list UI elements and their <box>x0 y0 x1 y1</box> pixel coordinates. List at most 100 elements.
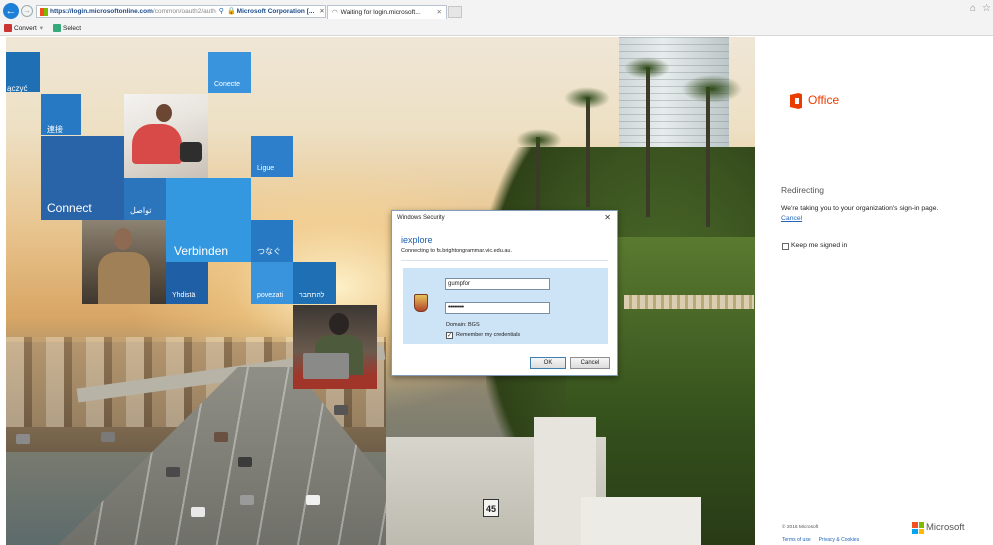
ms-logo-yellow <box>918 528 924 534</box>
tile-conecte: Conecte <box>208 52 251 93</box>
browser-chrome: ← → https://login.microsoftonline.com/co… <box>0 0 993 36</box>
person-head <box>156 104 172 122</box>
ms-logo-blue <box>912 528 918 534</box>
car <box>16 434 30 444</box>
office-wordmark: Office <box>808 93 840 107</box>
close-icon[interactable]: ✕ <box>604 213 611 222</box>
mug <box>180 142 202 162</box>
dialog-connecting-text: Connecting to fs.brightongrammar.vic.edu… <box>401 248 512 254</box>
lock-icon[interactable]: 🔒 <box>227 8 236 15</box>
tile-tawasul: تواصل <box>124 178 166 220</box>
favorites-star-icon[interactable]: ☆ <box>982 3 991 14</box>
password-field[interactable]: •••••••• <box>445 302 550 314</box>
tile-lianjie: 連接 <box>41 94 81 135</box>
select-button[interactable]: Select <box>63 22 81 35</box>
screen: ← → https://login.microsoftonline.com/co… <box>0 0 993 545</box>
microsoft-logo-icon <box>912 522 924 534</box>
chevron-down-icon[interactable]: ▾ <box>40 22 43 35</box>
tile-povezati: povezati <box>251 262 293 304</box>
tile-laczyc: ączyć <box>6 52 40 92</box>
tile-label: povezati <box>257 292 284 299</box>
car <box>191 507 205 517</box>
select-icon[interactable] <box>53 24 62 32</box>
tile-photo-woman <box>124 94 208 178</box>
palm-tree-top <box>624 57 670 79</box>
car <box>214 432 228 442</box>
tile-label: つなぐ <box>257 247 281 256</box>
forward-arrow-icon[interactable]: → <box>21 5 33 17</box>
tile-hithaber: להתחבר <box>293 262 336 304</box>
person-body <box>98 252 150 304</box>
concrete-slab <box>581 497 701 545</box>
tab-close-icon[interactable]: ✕ <box>437 6 442 19</box>
person-head <box>329 313 349 335</box>
address-bar[interactable]: https://login.microsoftonline.com/common… <box>36 5 326 18</box>
ms-logo-red <box>912 522 918 528</box>
credential-shield-icon <box>414 294 428 312</box>
tile-label: Ligue <box>257 165 275 172</box>
tile-label: Connect <box>47 201 92 215</box>
new-tab-button[interactable] <box>448 6 462 18</box>
ms-logo-green <box>918 522 924 528</box>
tile-label: 連接 <box>47 125 63 134</box>
url-host: https://login.microsoftonline.com <box>50 8 153 15</box>
dialog-separator <box>401 260 608 261</box>
car <box>238 457 252 467</box>
tile-label: تواصل <box>130 206 152 215</box>
site-favicon-icon <box>40 8 48 16</box>
tile-photo-laptop <box>293 305 377 389</box>
tile-label: להתחבר <box>299 292 325 299</box>
domain-text: Domain: BGS <box>446 322 480 328</box>
car <box>166 467 180 477</box>
ok-button[interactable]: OK <box>530 357 566 369</box>
laptop <box>303 353 349 379</box>
tile-ligue: Ligue <box>251 136 293 177</box>
palm-tree-top <box>564 87 610 109</box>
microsoft-wordmark: Microsoft <box>926 522 965 533</box>
palm-tree <box>646 67 650 217</box>
keep-signed-in-checkbox[interactable] <box>782 243 789 250</box>
redirect-title: Redirecting <box>781 185 824 195</box>
convert-pdf-icon[interactable] <box>4 24 12 32</box>
redirect-message: We're taking you to your organization's … <box>781 205 939 212</box>
car <box>101 432 115 442</box>
railing <box>624 295 754 309</box>
back-arrow-icon[interactable]: ← <box>3 3 19 19</box>
tile-verbinden: Verbinden <box>166 178 251 262</box>
tile-connect: Connect <box>41 136 124 220</box>
convert-button[interactable]: Convert <box>14 22 37 35</box>
car <box>334 405 348 415</box>
certificate-label[interactable]: Microsoft Corporation [... <box>237 8 315 15</box>
address-close-icon[interactable]: ✕ <box>319 8 324 15</box>
copyright: © 2016 Microsoft <box>782 525 819 530</box>
dialog-title: Windows Security <box>397 215 445 221</box>
credential-tile[interactable]: gumpfor •••••••• Domain: BGS ✓ Remember … <box>403 268 608 344</box>
tile-label: Yhdistä <box>172 292 196 299</box>
search-icon[interactable]: ⚲ <box>219 8 224 15</box>
tab-active[interactable]: ◠ Waiting for login.microsoft... ✕ <box>327 5 447 19</box>
cancel-link[interactable]: Cancel <box>781 215 802 222</box>
url-path: /common/oauth2/auth <box>152 8 216 15</box>
palm-tree-top <box>516 129 562 151</box>
privacy-link[interactable]: Privacy & Cookies <box>819 537 860 543</box>
tile-photo-man <box>82 220 166 304</box>
remember-credentials-checkbox[interactable]: ✓ <box>446 332 453 339</box>
remember-credentials-label[interactable]: Remember my credentials <box>456 332 520 338</box>
office-logo-inner <box>795 98 799 104</box>
tile-yhdista: Yhdistä <box>166 262 208 304</box>
person-head <box>114 228 132 250</box>
palm-tree <box>586 97 590 207</box>
person-body <box>132 124 182 164</box>
username-field[interactable]: gumpfor <box>445 278 550 290</box>
tile-label: Conecte <box>214 81 241 88</box>
road-sign: 45 <box>483 499 499 517</box>
terms-link[interactable]: Terms of use <box>782 537 811 543</box>
tile-label: ączyć <box>7 84 28 92</box>
home-icon[interactable]: ⌂ <box>970 3 976 14</box>
tab-title: Waiting for login.microsoft... <box>340 9 421 16</box>
tile-tsunagu: つなぐ <box>251 220 293 262</box>
cancel-button[interactable]: Cancel <box>570 357 610 369</box>
car <box>306 495 320 505</box>
keep-signed-in-label[interactable]: Keep me signed in <box>791 242 847 249</box>
car <box>240 495 254 505</box>
